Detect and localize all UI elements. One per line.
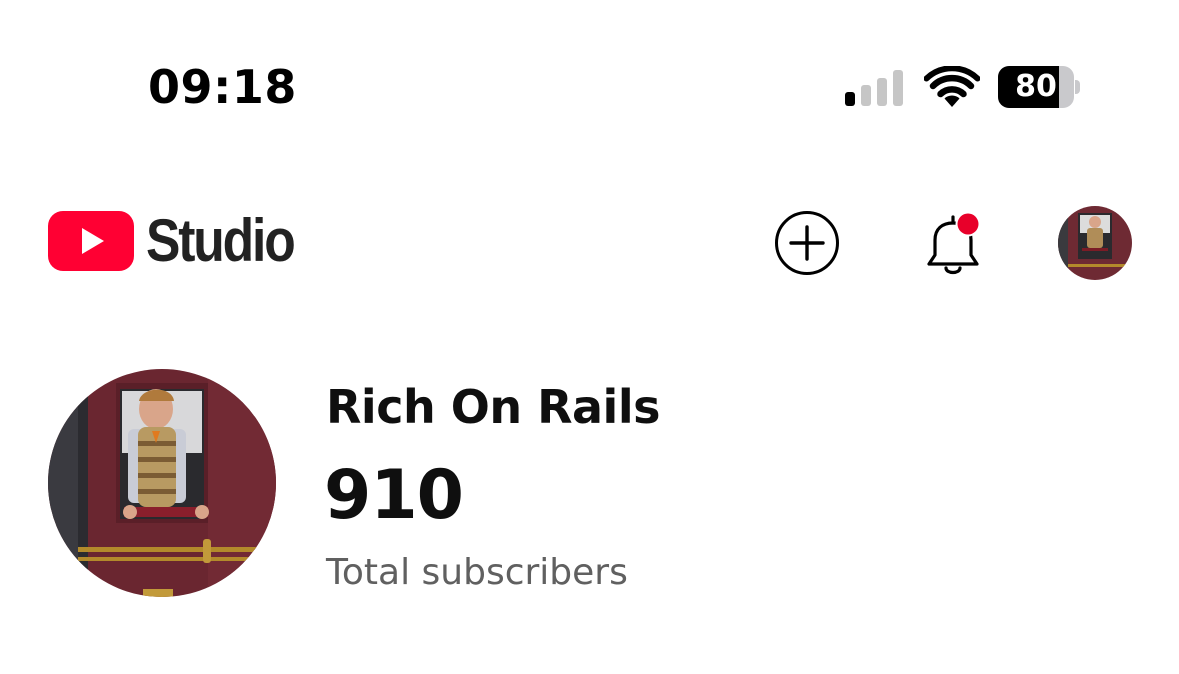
battery-body: 80 [998, 66, 1074, 108]
notification-dot [957, 213, 979, 235]
cellular-signal-icon [845, 70, 903, 106]
app-header: Studio [0, 195, 1179, 290]
battery-cap [1075, 80, 1080, 94]
avatar-image-small [1058, 206, 1132, 280]
wifi-icon [924, 66, 980, 107]
notification-bell-icon[interactable] [920, 207, 986, 277]
channel-avatar-image [48, 369, 276, 597]
battery-icon: 80 [998, 66, 1082, 108]
subscriber-label: Total subscribers [326, 552, 628, 593]
status-time: 09:18 [148, 60, 297, 114]
subscriber-count: 910 [324, 456, 464, 535]
logo-text: Studio [146, 207, 296, 274]
channel-name: Rich On Rails [326, 380, 660, 434]
channel-summary: Rich On Rails 910 Total subscribers [0, 368, 1179, 608]
youtube-play-icon [48, 211, 134, 271]
youtube-studio-logo[interactable]: Studio [48, 210, 318, 272]
channel-avatar[interactable] [48, 369, 276, 597]
profile-avatar[interactable] [1058, 206, 1132, 280]
status-bar: 09:18 80 [0, 0, 1179, 150]
screen: 09:18 80 Studio Rich On Rails 910 Total … [0, 0, 1179, 674]
battery-percentage: 80 [1015, 69, 1057, 104]
create-plus-icon[interactable] [774, 210, 840, 276]
